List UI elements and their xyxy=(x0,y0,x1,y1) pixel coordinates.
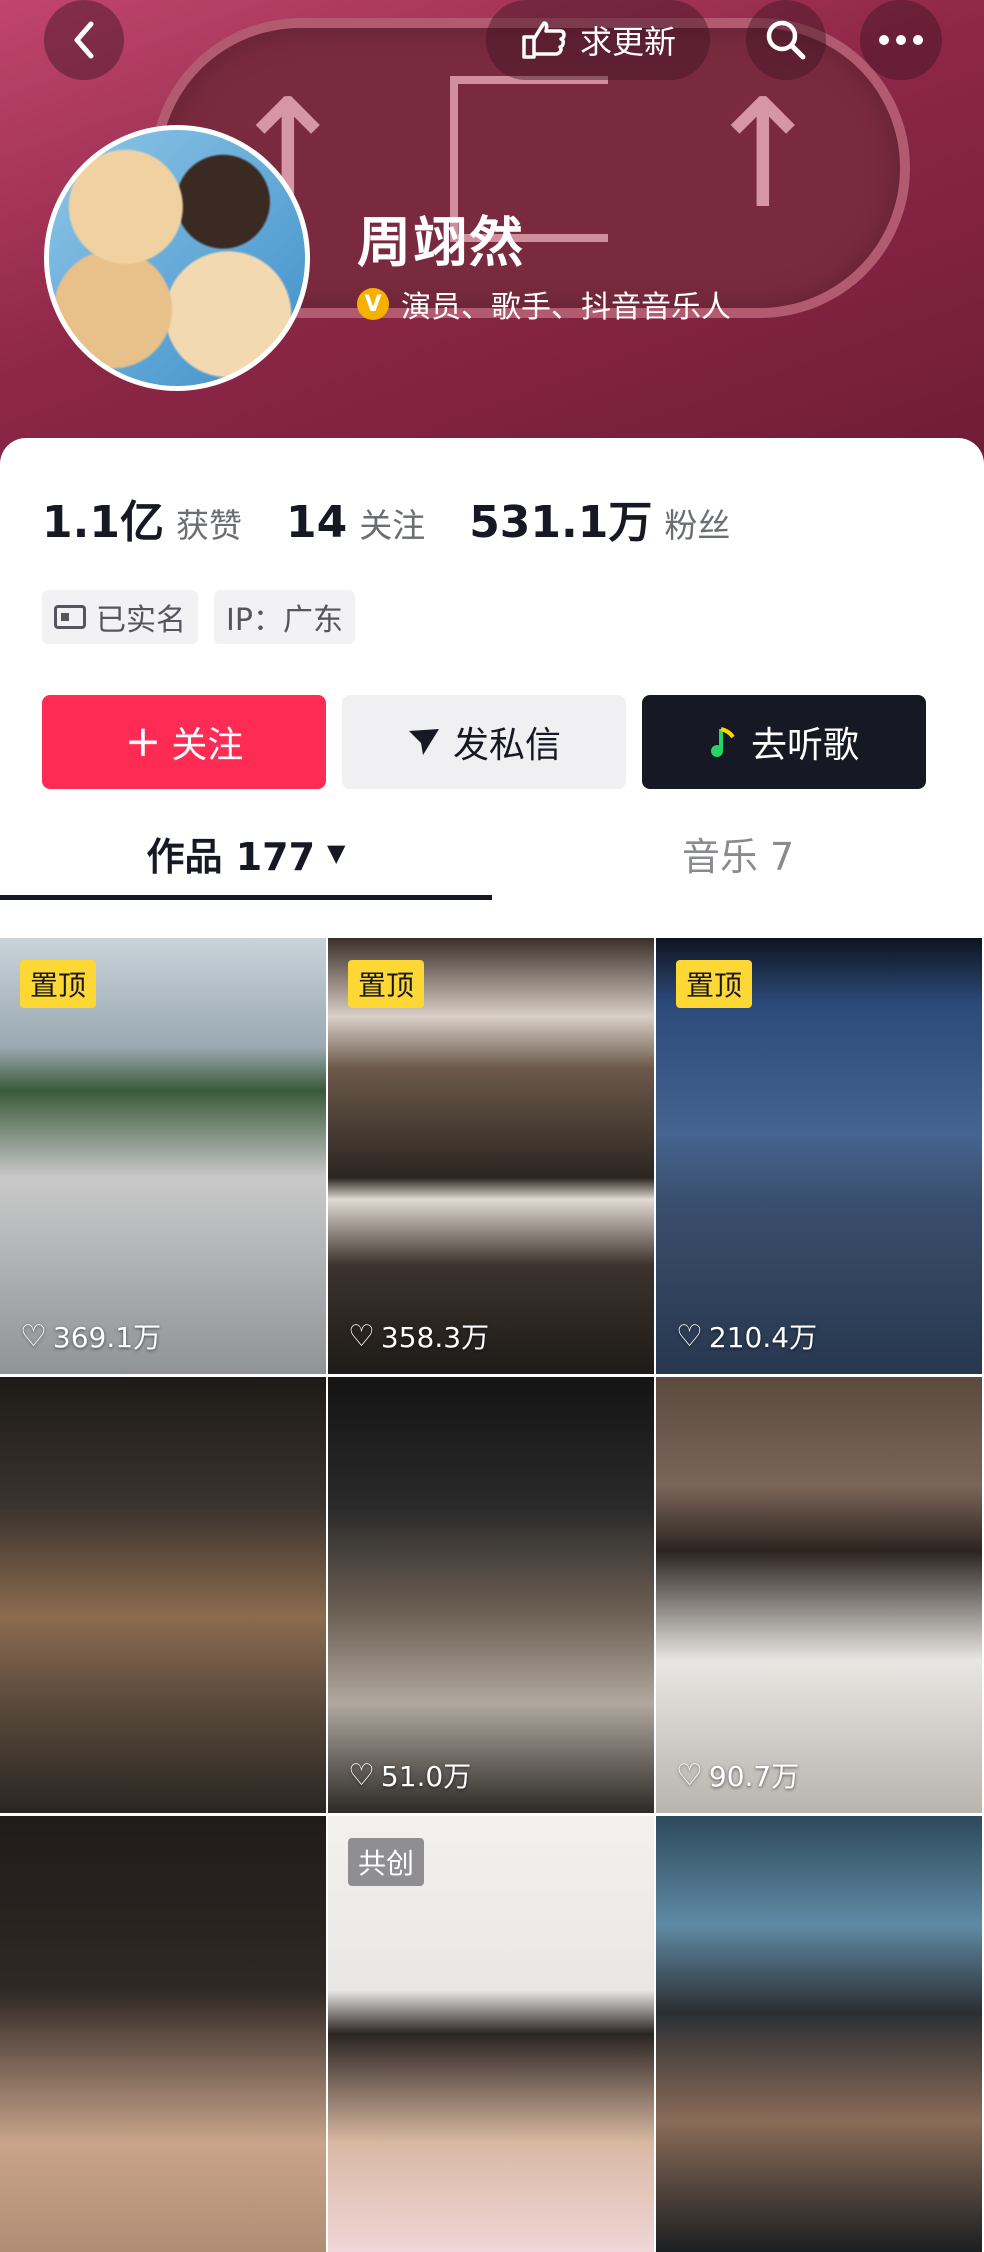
chevron-left-icon xyxy=(74,21,94,59)
verified-text: 演员、歌手、抖音音乐人 xyxy=(401,290,731,325)
pointing-hand-icon xyxy=(522,21,566,59)
up-arrow-graphic: ↑ xyxy=(700,68,826,242)
like-count: ♡ 51.0万 xyxy=(348,1755,471,1795)
video-thumbnail[interactable] xyxy=(0,1377,328,1813)
tab-music-label: 音乐 7 xyxy=(681,834,795,879)
heart-icon: ♡ xyxy=(676,1757,703,1793)
video-thumbnail[interactable] xyxy=(656,1816,984,2252)
heart-icon: ♡ xyxy=(676,1318,703,1354)
verification-info: V 演员、歌手、抖音音乐人 xyxy=(357,282,731,326)
real-name-label: 已实名 xyxy=(96,603,186,638)
pinned-badge: 置顶 xyxy=(20,960,97,1008)
followers-label[interactable]: 粉丝 xyxy=(664,499,730,547)
like-count-value: 90.7万 xyxy=(708,1760,800,1793)
like-count: ♡ 358.3万 xyxy=(348,1316,489,1356)
listen-music-button[interactable]: 去听歌 xyxy=(642,695,926,789)
like-count-value: 369.1万 xyxy=(52,1321,162,1354)
like-count: ♡ 369.1万 xyxy=(20,1316,161,1356)
profile-name: 周翊然 xyxy=(357,211,525,274)
message-button[interactable]: 发私信 xyxy=(342,695,626,789)
video-thumbnail[interactable] xyxy=(0,1816,328,2252)
profile-panel: 1.1亿 获赞 14 关注 531.1万 粉丝 已实名 IP：广东 + 关注 发… xyxy=(0,438,984,938)
more-button[interactable] xyxy=(860,0,942,80)
tab-works[interactable]: 作品 177 ▼ xyxy=(0,806,492,900)
ip-location-label: IP：广东 xyxy=(226,603,343,638)
video-thumbnail[interactable]: ♡ 51.0万 xyxy=(328,1377,656,1813)
real-name-tag: 已实名 xyxy=(42,590,198,644)
like-count-value: 51.0万 xyxy=(380,1760,472,1793)
pinned-badge: 置顶 xyxy=(348,960,425,1008)
music-note-icon xyxy=(710,727,735,757)
likes-label: 获赞 xyxy=(175,506,242,545)
video-grid: 置顶 ♡ 369.1万 置顶 ♡ 358.3万 置顶 ♡ 210.4万 ♡ 51.0万 … xyxy=(0,938,984,2252)
pinned-badge: 置顶 xyxy=(676,960,753,1008)
search-icon xyxy=(766,20,806,60)
stats-row: 1.1亿 获赞 14 关注 531.1万 粉丝 xyxy=(42,486,774,550)
heart-icon: ♡ xyxy=(348,1318,375,1354)
following-label[interactable]: 关注 xyxy=(359,499,425,547)
back-button[interactable] xyxy=(44,0,124,80)
followers-count[interactable]: 531.1万 xyxy=(469,486,652,550)
video-thumbnail[interactable]: 共创 xyxy=(328,1816,656,2252)
tab-music[interactable]: 音乐 7 xyxy=(492,806,984,900)
heart-icon: ♡ xyxy=(348,1757,375,1793)
plus-icon: + xyxy=(124,716,162,767)
send-icon xyxy=(408,729,439,755)
video-thumbnail[interactable]: 置顶 ♡ 369.1万 xyxy=(0,938,328,1374)
heart-icon: ♡ xyxy=(20,1318,47,1354)
search-button[interactable] xyxy=(746,0,826,80)
content-tabs: 作品 177 ▼ 音乐 7 xyxy=(0,806,984,900)
video-thumbnail[interactable]: ♡ 90.7万 xyxy=(656,1377,984,1813)
tab-works-label: 作品 177 xyxy=(146,834,316,879)
following-count[interactable]: 14 xyxy=(286,497,347,548)
like-count-value: 358.3万 xyxy=(380,1321,490,1354)
follow-label: 关注 xyxy=(171,725,244,766)
profile-tags: 已实名 IP：广东 xyxy=(42,590,355,644)
co-create-badge: 共创 xyxy=(348,1838,425,1886)
video-thumbnail[interactable]: 置顶 ♡ 358.3万 xyxy=(328,938,656,1374)
likes-count: 1.1亿 xyxy=(42,497,164,548)
verified-badge-icon: V xyxy=(357,288,389,320)
action-buttons: + 关注 发私信 去听歌 xyxy=(42,695,926,789)
ip-location-tag: IP：广东 xyxy=(214,590,355,644)
message-label: 发私信 xyxy=(452,725,561,766)
request-update-label: 求更新 xyxy=(579,23,676,61)
like-count: ♡ 90.7万 xyxy=(676,1755,799,1795)
follow-button[interactable]: + 关注 xyxy=(42,695,326,789)
profile-header: ↑ ↑ 求更新 周翊然 V 演员、歌手、抖音音乐人 xyxy=(0,0,984,480)
video-thumbnail[interactable]: 置顶 ♡ 210.4万 xyxy=(656,938,984,1374)
listen-music-label: 去听歌 xyxy=(750,725,859,766)
like-count: ♡ 210.4万 xyxy=(676,1316,817,1356)
avatar[interactable] xyxy=(44,125,310,391)
caret-down-icon: ▼ xyxy=(327,839,346,867)
like-count-value: 210.4万 xyxy=(708,1321,818,1354)
more-dots-icon xyxy=(879,35,923,45)
request-update-button[interactable]: 求更新 xyxy=(486,0,710,80)
id-card-icon xyxy=(54,605,86,629)
